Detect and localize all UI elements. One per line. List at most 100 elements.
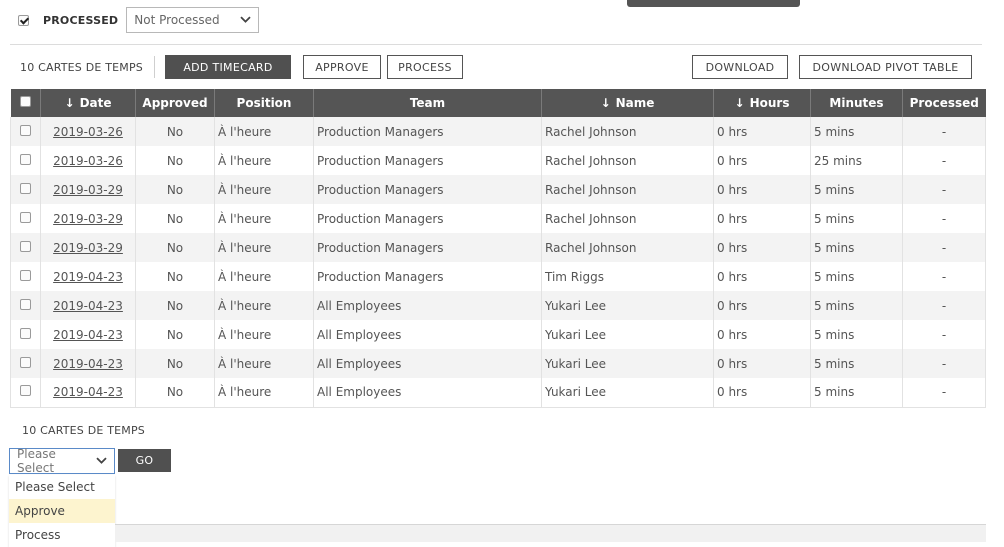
timecard-count: 10 CARTES DE TEMPS [20, 60, 143, 74]
add-timecard-button[interactable]: ADD TIMECARD [164, 55, 291, 79]
cell-name: Tim Riggs [541, 262, 714, 291]
cell-processed: - [902, 146, 986, 175]
processed-status-select[interactable]: Not Processed [126, 7, 260, 33]
row-checkbox[interactable] [20, 356, 31, 368]
divider [10, 44, 982, 45]
cell-hours: 0 hrs [713, 378, 811, 408]
sort-down-arrow-icon: ↓ [64, 96, 75, 110]
date-column-header[interactable]: ↓ Date [40, 89, 136, 117]
date-link[interactable]: 2019-04-23 [53, 385, 123, 399]
hours-column-header[interactable]: ↓ Hours [713, 89, 811, 117]
row-checkbox[interactable] [20, 240, 31, 252]
cell-team: Production Managers [313, 146, 542, 175]
date-link[interactable]: 2019-03-29 [53, 212, 123, 226]
row-select-cell [10, 291, 41, 320]
table-row[interactable]: 2019-04-23 No À l'heure All Employees Yukari… [10, 378, 986, 408]
row-select-cell [10, 117, 41, 146]
cell-date: 2019-04-23 [40, 291, 136, 320]
cell-hours: 0 hrs [713, 117, 811, 146]
cell-approved: No [135, 233, 215, 262]
row-select-cell [10, 233, 41, 262]
cell-name: Rachel Johnson [541, 175, 714, 204]
table-row[interactable]: 2019-04-23 No À l'heure Production Managers… [10, 262, 986, 291]
cell-name: Rachel Johnson [541, 146, 714, 175]
cell-name: Rachel Johnson [541, 233, 714, 262]
cell-processed: - [902, 117, 986, 146]
cell-date: 2019-03-26 [40, 146, 136, 175]
date-link[interactable]: 2019-04-23 [53, 299, 123, 313]
row-select-cell [10, 175, 41, 204]
cell-date: 2019-04-23 [40, 320, 136, 349]
row-select-cell [10, 349, 41, 378]
table-row[interactable]: 2019-03-26 No À l'heure Production Managers… [10, 117, 986, 146]
cell-processed: - [902, 349, 986, 378]
position-column-header[interactable]: Position [214, 89, 314, 117]
cell-approved: No [135, 204, 215, 233]
download-pivot-table-button[interactable]: DOWNLOAD PIVOT TABLE [799, 55, 972, 79]
processed-checkbox[interactable] [18, 14, 29, 26]
cell-position: À l'heure [214, 117, 314, 146]
process-button[interactable]: PROCESS [386, 55, 463, 79]
chevron-down-icon [96, 457, 107, 464]
minutes-column-header[interactable]: Minutes [810, 89, 903, 117]
date-link[interactable]: 2019-04-23 [53, 357, 123, 371]
row-checkbox[interactable] [20, 124, 31, 136]
cell-position: À l'heure [214, 146, 314, 175]
date-link[interactable]: 2019-03-29 [53, 241, 123, 255]
processed-label: PROCESSED [43, 13, 119, 27]
row-checkbox[interactable] [20, 182, 31, 194]
select-all-checkbox[interactable] [19, 96, 31, 107]
dropdown-option[interactable]: Please Select [9, 475, 115, 499]
row-checkbox[interactable] [20, 211, 31, 223]
date-header-label: Date [79, 96, 112, 110]
date-link[interactable]: 2019-03-29 [53, 183, 123, 197]
date-link[interactable]: 2019-04-23 [53, 270, 123, 284]
approve-button[interactable]: APPROVE [302, 55, 381, 79]
download-button[interactable]: DOWNLOAD [692, 55, 788, 79]
date-link[interactable]: 2019-03-26 [53, 125, 123, 139]
cell-minutes: 5 mins [810, 233, 903, 262]
go-button[interactable]: GO [118, 449, 171, 472]
cell-position: À l'heure [214, 204, 314, 233]
cell-approved: No [135, 378, 215, 408]
table-row[interactable]: 2019-04-23 No À l'heure All Employees Yukari… [10, 320, 986, 349]
row-checkbox[interactable] [20, 153, 31, 165]
sort-down-arrow-icon: ↓ [600, 96, 611, 110]
table-row[interactable]: 2019-04-23 No À l'heure All Employees Yukari… [10, 291, 986, 320]
cell-team: All Employees [313, 349, 542, 378]
row-checkbox[interactable] [20, 327, 31, 339]
row-checkbox[interactable] [20, 269, 31, 281]
dropdown-option[interactable]: Process [9, 523, 115, 547]
approved-column-header[interactable]: Approved [135, 89, 215, 117]
cell-position: À l'heure [214, 378, 314, 408]
cell-date: 2019-03-29 [40, 233, 136, 262]
cell-team: Production Managers [313, 117, 542, 146]
cell-name: Rachel Johnson [541, 117, 714, 146]
row-select-cell [10, 320, 41, 349]
table-row[interactable]: 2019-03-29 No À l'heure Production Managers… [10, 233, 986, 262]
cell-hours: 0 hrs [713, 291, 811, 320]
row-checkbox[interactable] [20, 385, 31, 397]
row-checkbox[interactable] [20, 298, 31, 310]
toolbar: 10 CARTES DE TEMPS ADD TIMECARD APPROVE … [20, 55, 463, 79]
table-row[interactable]: 2019-03-29 No À l'heure Production Managers… [10, 175, 986, 204]
name-column-header[interactable]: ↓ Name [541, 89, 714, 117]
table-row[interactable]: 2019-04-23 No À l'heure All Employees Yukari… [10, 349, 986, 378]
cell-position: À l'heure [214, 349, 314, 378]
cell-processed: - [902, 204, 986, 233]
date-link[interactable]: 2019-04-23 [53, 328, 123, 342]
table-row[interactable]: 2019-03-29 No À l'heure Production Managers… [10, 204, 986, 233]
cell-hours: 0 hrs [713, 146, 811, 175]
table-row[interactable]: 2019-03-26 No À l'heure Production Managers… [10, 146, 986, 175]
cell-hours: 0 hrs [713, 262, 811, 291]
team-column-header[interactable]: Team [313, 89, 542, 117]
date-link[interactable]: 2019-03-26 [53, 154, 123, 168]
dropdown-option[interactable]: Approve [9, 499, 115, 523]
processed-status-value: Not Processed [134, 13, 220, 27]
processed-column-header[interactable]: Processed [902, 89, 986, 117]
chevron-down-icon [240, 16, 251, 23]
row-select-cell [10, 204, 41, 233]
cell-approved: No [135, 117, 215, 146]
bulk-action-select[interactable]: Please Select [9, 447, 115, 475]
cell-approved: No [135, 175, 215, 204]
